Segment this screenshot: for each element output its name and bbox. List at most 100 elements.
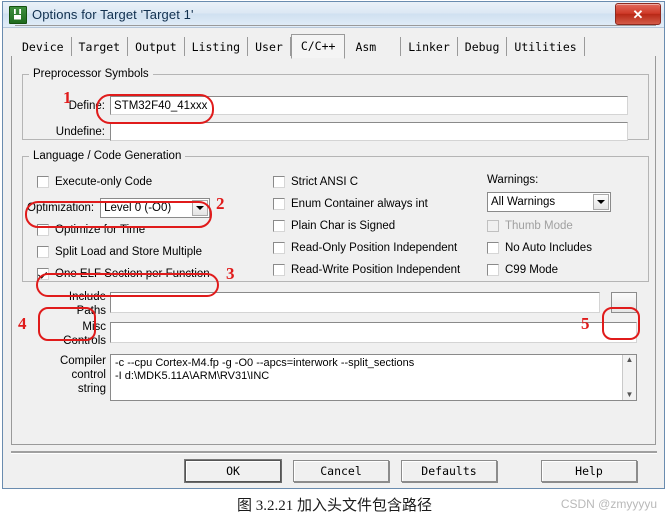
language-code-generation-group: Language / Code Generation Execute-only …	[22, 150, 649, 282]
no-auto-includes-row[interactable]: No Auto Includes	[487, 242, 592, 254]
compiler-label-line3: string	[77, 383, 106, 395]
cancel-button[interactable]: Cancel	[293, 460, 389, 482]
help-button[interactable]: Help	[541, 460, 637, 482]
figure-caption-text: 图 3.2.21 加入头文件包含路径	[236, 498, 432, 514]
compiler-label-line1: Compiler	[59, 355, 106, 367]
read-write-position-independent-label: Read-Write Position Independent	[291, 264, 461, 276]
execute-only-code-row[interactable]: Execute-only Code	[37, 176, 152, 188]
tab-linker[interactable]: Linker	[401, 37, 458, 58]
compiler-control-string-scrollbar[interactable]: ▲ ▼	[622, 355, 636, 400]
strict-ansi-c-label: Strict ANSI C	[291, 176, 359, 188]
one-elf-section-per-function-checkbox[interactable]	[37, 268, 49, 280]
preprocessor-symbols-legend: Preprocessor Symbols	[33, 68, 149, 80]
enum-container-row[interactable]: Enum Container always int	[273, 198, 428, 210]
scroll-down-icon[interactable]: ▼	[626, 391, 634, 399]
split-load-and-store-multiple-checkbox[interactable]	[37, 246, 49, 258]
one-elf-section-row[interactable]: One ELF Section per Function	[37, 268, 210, 280]
scroll-up-icon[interactable]: ▲	[626, 356, 634, 364]
strict-ansi-c-row[interactable]: Strict ANSI C	[273, 176, 358, 188]
undefine-label: Undefine:	[55, 125, 105, 138]
c99-mode-checkbox[interactable]	[487, 264, 499, 276]
read-write-position-independent-checkbox[interactable]	[273, 264, 285, 276]
warnings-value: All Warnings	[491, 196, 556, 208]
keil-uvision-icon	[9, 5, 27, 24]
strict-ansi-c-checkbox[interactable]	[273, 176, 285, 188]
optimization-label: Optimization:	[27, 202, 95, 214]
annotation-number-2: 2	[216, 194, 225, 213]
warnings-label: Warnings:	[487, 174, 539, 186]
plain-char-signed-row[interactable]: Plain Char is Signed	[273, 220, 395, 232]
preprocessor-symbols-group: Preprocessor Symbols Define: Undefine:	[22, 68, 649, 141]
annotation-number-4: 4	[18, 314, 27, 333]
optimization-combo[interactable]: Level 0 (-O0)	[100, 198, 211, 218]
misc-controls-label: Misc Controls	[40, 320, 106, 348]
language-code-generation-legend: Language / Code Generation	[33, 150, 182, 162]
tab-user[interactable]: User	[248, 37, 291, 58]
tab-debug[interactable]: Debug	[458, 37, 508, 58]
include-paths-browse-button[interactable]: ...	[611, 292, 637, 313]
enum-container-always-int-label: Enum Container always int	[291, 198, 428, 210]
watermark: CSDN @zmyyyyu	[560, 497, 657, 511]
annotation-number-1: 1	[63, 88, 72, 107]
c99-mode-row[interactable]: C99 Mode	[487, 264, 558, 276]
optimize-for-time-checkbox[interactable]	[37, 224, 49, 236]
include-paths-label-line1: Include	[68, 291, 106, 303]
tab-device[interactable]: Device	[15, 37, 72, 58]
close-icon[interactable]: ✕	[615, 3, 661, 25]
tab-output[interactable]: Output	[128, 37, 185, 58]
tab-listing[interactable]: Listing	[185, 37, 249, 58]
plain-char-is-signed-checkbox[interactable]	[273, 220, 285, 232]
split-load-and-store-multiple-label: Split Load and Store Multiple	[55, 246, 203, 258]
read-only-position-independent-row[interactable]: Read-Only Position Independent	[273, 242, 457, 254]
optimization-value: Level 0 (-O0)	[104, 202, 172, 214]
optimize-for-time-label: Optimize for Time	[55, 224, 146, 236]
execute-only-code-checkbox[interactable]	[37, 176, 49, 188]
no-auto-includes-checkbox[interactable]	[487, 242, 499, 254]
include-paths-field[interactable]	[110, 292, 600, 313]
ok-button[interactable]: OK	[185, 460, 281, 482]
tab-strip: Device Target Output Listing User C/C++ …	[3, 34, 664, 59]
thumb-mode-row: Thumb Mode	[487, 220, 573, 232]
read-only-position-independent-checkbox[interactable]	[273, 242, 285, 254]
footer-separator	[11, 451, 657, 454]
annotation-number-3: 3	[226, 264, 235, 283]
compiler-label-line2: control	[71, 369, 106, 381]
read-only-position-independent-label: Read-Only Position Independent	[291, 242, 458, 254]
include-paths-label-line2: Paths	[76, 305, 106, 317]
warnings-combo[interactable]: All Warnings	[487, 192, 611, 212]
tab-asm[interactable]: Asm	[345, 37, 402, 58]
compiler-control-string-value: -c --cpu Cortex-M4.fp -g -O0 --apcs=inte…	[115, 357, 415, 382]
read-write-position-independent-row[interactable]: Read-Write Position Independent	[273, 264, 460, 276]
tab-underline	[15, 25, 656, 26]
define-field[interactable]	[110, 96, 628, 115]
c99-mode-label: C99 Mode	[505, 264, 559, 276]
warnings-label-row: Warnings:	[487, 174, 538, 186]
optimize-for-time-row[interactable]: Optimize for Time	[37, 224, 145, 236]
c-cpp-panel: Preprocessor Symbols Define: Undefine: L…	[11, 56, 656, 445]
defaults-button[interactable]: Defaults	[401, 460, 497, 482]
undefine-field[interactable]	[110, 122, 628, 141]
plain-char-is-signed-label: Plain Char is Signed	[291, 220, 396, 232]
compiler-control-string-box[interactable]: -c --cpu Cortex-M4.fp -g -O0 --apcs=inte…	[110, 354, 637, 401]
compiler-control-string-label: Compiler control string	[32, 354, 106, 396]
window-title: Options for Target 'Target 1'	[32, 7, 194, 22]
thumb-mode-label: Thumb Mode	[505, 220, 573, 232]
thumb-mode-checkbox	[487, 220, 499, 232]
warnings-combo-row: All Warnings	[487, 192, 611, 212]
split-load-store-row[interactable]: Split Load and Store Multiple	[37, 246, 202, 258]
misc-controls-field[interactable]	[110, 322, 637, 343]
chevron-down-icon[interactable]	[192, 200, 209, 216]
enum-container-always-int-checkbox[interactable]	[273, 198, 285, 210]
include-paths-label: Include Paths	[40, 290, 106, 318]
tab-target[interactable]: Target	[72, 37, 129, 58]
one-elf-section-per-function-label: One ELF Section per Function	[55, 268, 210, 280]
chevron-down-icon[interactable]	[593, 194, 609, 210]
tab-utilities[interactable]: Utilities	[507, 37, 585, 58]
options-dialog: Options for Target 'Target 1' ✕ Device T…	[2, 1, 665, 489]
tab-c-cpp[interactable]: C/C++	[290, 34, 346, 59]
no-auto-includes-label: No Auto Includes	[505, 242, 592, 254]
annotation-number-5: 5	[581, 314, 590, 333]
misc-controls-label-line2: Controls	[63, 335, 106, 347]
optimization-row: Optimization: Level 0 (-O0)	[27, 198, 211, 218]
misc-controls-label-line1: Misc	[82, 321, 106, 333]
